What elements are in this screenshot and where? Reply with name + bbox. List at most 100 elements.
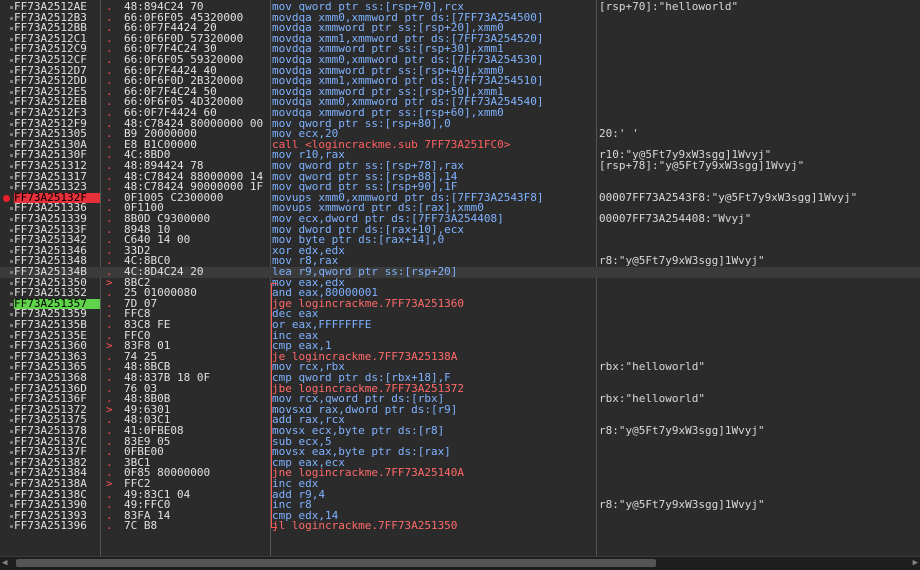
bytes-cell[interactable]: 48:894424 78: [124, 161, 270, 172]
instruction-row[interactable]: FF73A251368. 48:837B 18 0F cmp qword ptr d…: [0, 372, 920, 384]
comment-cell[interactable]: 20:' ': [599, 129, 919, 140]
bytes-cell[interactable]: 48:C78424 80000000 00: [124, 119, 270, 130]
breakpoint-gutter[interactable]: [0, 490, 14, 501]
instruction-cell[interactable]: mov r10,rax: [272, 150, 594, 161]
breakpoint-gutter[interactable]: [0, 97, 14, 108]
instruction-row[interactable]: FF73A251378. 41:0FBE08 movsx ecx,byte ptr …: [0, 425, 920, 437]
instruction-cell[interactable]: movdqa xmmword ptr ss:[rsp+20],xmm0: [272, 23, 594, 34]
instruction-row[interactable]: FF73A2512EB. 66:0F6F05 4D320000 movdqa xmm…: [0, 97, 920, 108]
instruction-cell[interactable]: movdqa xmm1,xmmword ptr ds:[7FF73A254520…: [272, 34, 594, 45]
breakpoint-gutter[interactable]: [0, 87, 14, 98]
breakpoint-gutter[interactable]: [0, 447, 14, 458]
bytes-cell[interactable]: 8BC2: [124, 278, 270, 289]
instruction-cell[interactable]: movdqa xmmword ptr ss:[rsp+50],xmm1: [272, 87, 594, 98]
instruction-row[interactable]: FF73A25135B. 83C8 FE or eax,FFFFFFFE: [0, 319, 920, 331]
instruction-row[interactable]: FF73A25135E. FFC0 inc eax: [0, 330, 920, 342]
bytes-cell[interactable]: 83FA 14: [124, 511, 270, 522]
breakpoint-gutter[interactable]: [0, 394, 14, 405]
breakpoint-gutter[interactable]: [0, 437, 14, 448]
instruction-cell[interactable]: movups xmm0,xmmword ptr ds:[7FF73A2543F8…: [272, 193, 594, 204]
instruction-row[interactable]: FF73A25134B. 4C:8D4C24 20 lea r9,qword ptr…: [0, 266, 920, 278]
comment-cell[interactable]: r10:"y@5Ft7y9xW3sgg]1Wvyj": [599, 150, 919, 161]
breakpoint-gutter[interactable]: [0, 267, 14, 278]
instruction-row[interactable]: FF73A251317. 48:C78424 88000000 14 mov qwo…: [0, 171, 920, 183]
bytes-cell[interactable]: 4C:8BD0: [124, 150, 270, 161]
bytes-cell[interactable]: 33D2: [124, 246, 270, 257]
instruction-cell[interactable]: cmp eax,1: [272, 341, 594, 352]
scroll-left-icon[interactable]: ◀: [2, 558, 12, 568]
breakpoint-gutter[interactable]: [0, 362, 14, 373]
bytes-cell[interactable]: B9 20000000: [124, 129, 270, 140]
breakpoint-gutter[interactable]: [0, 119, 14, 130]
bytes-cell[interactable]: FFC0: [124, 331, 270, 342]
comment-cell[interactable]: 00007FF73A254408:"Wvyj": [599, 214, 919, 225]
instruction-row[interactable]: FF73A251384. 0F85 80000000 jne logincrackm…: [0, 468, 920, 479]
instruction-row[interactable]: FF73A25137C. 83E9 05 sub ecx,5: [0, 436, 920, 448]
instruction-row[interactable]: FF73A251390. 49:FFC0 inc r8 r8:"y@5Ft7y9xW3…: [0, 499, 920, 511]
instruction-row[interactable]: FF73A2512C9. 66:0F7F4C24 30 movdqa xmmword…: [0, 44, 920, 55]
comment-cell[interactable]: [rsp+70]:"helloworld": [599, 2, 919, 13]
instruction-cell[interactable]: and eax,80000001: [272, 288, 594, 299]
bytes-cell[interactable]: 8B0D C9300000: [124, 214, 270, 225]
instruction-row[interactable]: FF73A251312. 48:894424 78 mov qword ptr ss…: [0, 160, 920, 172]
bytes-cell[interactable]: 7C B8: [124, 521, 270, 532]
bytes-cell[interactable]: 0FBE00: [124, 447, 270, 458]
instruction-cell[interactable]: mov qword ptr ss:[rsp+78],rax: [272, 161, 594, 172]
breakpoint-gutter[interactable]: [0, 214, 14, 225]
bytes-cell[interactable]: 66:0F7F4C24 50: [124, 87, 270, 98]
comment-cell[interactable]: r8:"y@5Ft7y9xW3sgg]1Wvyj": [599, 500, 919, 511]
instruction-row[interactable]: FF73A25133F. 8948 10 mov dword ptr ds:[rax…: [0, 224, 920, 236]
breakpoint-gutter[interactable]: [0, 76, 14, 87]
instruction-cell[interactable]: inc r8: [272, 500, 594, 511]
bytes-cell[interactable]: 66:0F7F4C24 30: [124, 44, 270, 55]
bytes-cell[interactable]: 8948 10: [124, 225, 270, 236]
breakpoint-gutter[interactable]: [0, 203, 14, 214]
instruction-row[interactable]: FF73A25138C. 49:83C1 04 add r9,4: [0, 489, 920, 501]
bytes-cell[interactable]: 48:894C24 70: [124, 2, 270, 13]
breakpoint-gutter[interactable]: [0, 278, 14, 289]
scrollbar-thumb[interactable]: [16, 559, 656, 567]
disassembly-pane[interactable]: FF73A2512AE. 48:894C24 70 mov qword ptr ss…: [0, 0, 920, 556]
instruction-cell[interactable]: mov ecx,dword ptr ds:[7FF73A254408]: [272, 214, 594, 225]
breakpoint-gutter[interactable]: [0, 511, 14, 522]
instruction-cell[interactable]: movdqa xmmword ptr ss:[rsp+30],xmm1: [272, 44, 594, 55]
bytes-cell[interactable]: 4C:8D4C24 20: [124, 267, 270, 278]
instruction-row[interactable]: FF73A251348. 4C:8BC0 mov r8,rax r8:"y@5Ft7y…: [0, 256, 920, 267]
breakpoint-gutter[interactable]: [0, 13, 14, 24]
bytes-cell[interactable]: 4C:8BC0: [124, 256, 270, 267]
instruction-row[interactable]: FF73A251336. 0F1100 movups xmmword ptr ds:…: [0, 203, 920, 214]
instruction-row[interactable]: FF73A25132F. 0F1005 C2300000 movups xmm0,x…: [0, 192, 920, 204]
breakpoint-gutter[interactable]: [0, 479, 14, 490]
instruction-cell[interactable]: mov ecx,20: [272, 129, 594, 140]
instruction-cell[interactable]: movdqa xmm0,xmmword ptr ds:[7FF73A254540…: [272, 97, 594, 108]
breakpoint-gutter[interactable]: [0, 193, 14, 204]
breakpoint-gutter[interactable]: [0, 161, 14, 172]
bytes-cell[interactable]: 48:03C1: [124, 415, 270, 426]
bytes-cell[interactable]: 83C8 FE: [124, 320, 270, 331]
instruction-cell[interactable]: movsx ecx,byte ptr ds:[r8]: [272, 426, 594, 437]
breakpoint-gutter[interactable]: [0, 458, 14, 469]
comment-cell[interactable]: [rsp+78]:"y@5Ft7y9xW3sgg]1Wvyj": [599, 161, 919, 172]
instruction-row[interactable]: FF73A251359. FFC8 dec eax: [0, 309, 920, 320]
instruction-row[interactable]: FF73A251360 >83F8 01 cmp eax,1: [0, 340, 920, 352]
instruction-row[interactable]: FF73A251375. 48:03C1 add rax,rcx: [0, 415, 920, 426]
instruction-cell[interactable]: mov rcx,rbx: [272, 362, 594, 373]
bytes-cell[interactable]: 66:0F7F4424 20: [124, 23, 270, 34]
comment-cell[interactable]: 00007FF73A2543F8:"y@5Ft7y9xW3sgg]1Wvyj": [599, 193, 919, 204]
bytes-cell[interactable]: 66:0F6F0D 57320000: [124, 34, 270, 45]
instruction-row[interactable]: FF73A2512DD. 66:0F6F0D 2B320000 movdqa xmm…: [0, 75, 920, 87]
breakpoint-gutter[interactable]: [0, 182, 14, 193]
bytes-cell[interactable]: 48:C78424 90000000 1F: [124, 182, 270, 193]
breakpoint-gutter[interactable]: [0, 34, 14, 45]
breakpoint-gutter[interactable]: [0, 66, 14, 77]
instruction-row[interactable]: FF73A2512F3. 66:0F7F4424 60 movdqa xmmword…: [0, 107, 920, 119]
instruction-row[interactable]: FF73A2512AE. 48:894C24 70 mov qword ptr ss…: [0, 1, 920, 13]
instruction-row[interactable]: FF73A2512E5. 66:0F7F4C24 50 movdqa xmmword…: [0, 86, 920, 98]
instruction-row[interactable]: FF73A251396. 7C B8 jl logincrackme.7FF73A2…: [0, 521, 920, 532]
breakpoint-gutter[interactable]: [0, 235, 14, 246]
bytes-cell[interactable]: 48:C78424 88000000 14: [124, 172, 270, 183]
instruction-row[interactable]: FF73A25130A. E8 B1C00000 call <logincrackm…: [0, 139, 920, 151]
breakpoint-gutter[interactable]: [0, 384, 14, 395]
bytes-cell[interactable]: FFC2: [124, 479, 270, 490]
bytes-cell[interactable]: 49:FFC0: [124, 500, 270, 511]
